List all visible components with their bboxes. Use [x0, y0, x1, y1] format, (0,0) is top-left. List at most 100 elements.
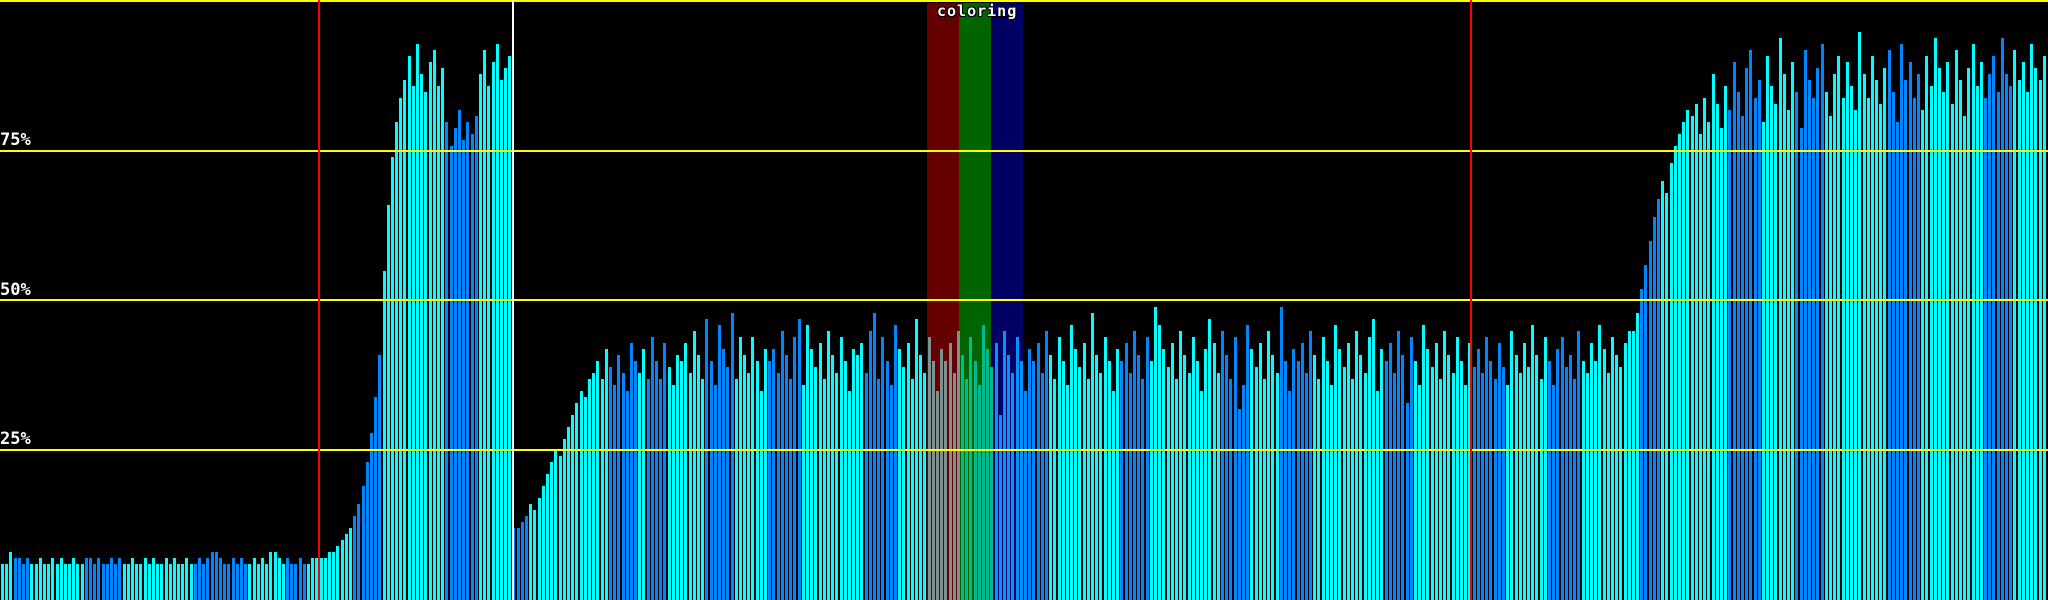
bar: [143, 558, 147, 600]
bar: [235, 564, 239, 600]
bar: [1, 564, 4, 600]
bar: [864, 373, 868, 600]
bar: [638, 373, 642, 600]
bar: [9, 552, 13, 600]
bar: [1489, 361, 1493, 600]
bar: [491, 62, 495, 600]
bar: [2000, 38, 2004, 600]
bar: [617, 355, 621, 600]
bar: [1950, 104, 1954, 600]
bar: [814, 367, 818, 600]
bar: [1221, 331, 1225, 600]
bar: [1510, 331, 1514, 600]
bar: [449, 146, 453, 600]
bar: [478, 74, 482, 600]
bar: [856, 355, 860, 600]
bar: [328, 552, 332, 600]
bar: [1053, 379, 1057, 600]
bar: [1162, 349, 1166, 600]
bar: [1673, 146, 1677, 600]
bar: [1543, 337, 1547, 600]
bar: [1271, 355, 1275, 600]
bar: [1816, 68, 1820, 600]
bar: [357, 504, 361, 600]
bar: [692, 331, 696, 600]
bar: [600, 379, 604, 600]
bar: [156, 564, 160, 600]
bar: [193, 564, 197, 600]
bar: [1795, 92, 1799, 600]
bar: [663, 343, 667, 600]
bar: [424, 92, 428, 600]
bar: [1627, 331, 1631, 600]
bar: [562, 439, 566, 600]
bar: [277, 558, 281, 600]
bar: [135, 564, 139, 600]
bar: [1032, 361, 1036, 600]
bar: [214, 552, 218, 600]
bar: [198, 558, 202, 600]
bar: [751, 337, 755, 600]
bar: [537, 498, 541, 600]
bar: [1300, 343, 1304, 600]
bar: [164, 558, 168, 600]
bar: [432, 50, 436, 600]
bar: [1761, 122, 1765, 600]
bar: [785, 355, 789, 600]
bar: [1585, 373, 1589, 600]
bar: [931, 361, 935, 600]
bar: [151, 558, 155, 600]
bar: [1283, 361, 1287, 600]
bar: [130, 558, 134, 600]
y-tick-25: 25%: [0, 429, 31, 449]
bar: [1908, 62, 1912, 600]
bar: [1187, 373, 1191, 600]
bar: [1849, 86, 1853, 600]
bar: [1690, 116, 1694, 600]
bar: [1317, 379, 1321, 600]
bar: [395, 122, 399, 600]
bar: [914, 319, 918, 600]
bar: [1388, 343, 1392, 600]
bar: [1619, 367, 1623, 600]
bar: [621, 373, 625, 600]
bar: [365, 462, 369, 600]
bar: [1929, 86, 1933, 600]
bar: [1506, 385, 1510, 600]
bar: [1367, 337, 1371, 600]
bar: [55, 564, 59, 600]
bar: [1212, 343, 1216, 600]
bar: [1292, 349, 1296, 600]
bar: [411, 86, 415, 600]
bar: [1426, 349, 1430, 600]
bar: [1921, 110, 1925, 600]
bar: [38, 558, 42, 600]
bar: [2034, 68, 2038, 600]
bar: [1141, 379, 1145, 600]
bar: [1854, 110, 1858, 600]
bar: [1485, 337, 1489, 600]
bar: [738, 337, 742, 600]
bar: [935, 391, 939, 600]
bar: [1707, 122, 1711, 600]
bar: [1418, 385, 1422, 600]
bar: [759, 391, 763, 600]
bar: [1254, 367, 1258, 600]
bar: [575, 403, 579, 600]
bar: [453, 128, 457, 600]
bar: [72, 558, 76, 600]
bar: [239, 558, 243, 600]
bar: [319, 558, 323, 600]
bar: [604, 349, 608, 600]
bar: [1711, 74, 1715, 600]
bar: [667, 367, 671, 600]
bar: [114, 564, 118, 600]
bar: [558, 456, 562, 600]
bar: [416, 44, 420, 600]
bar: [2009, 86, 2013, 600]
bar: [1397, 331, 1401, 600]
bar: [248, 564, 252, 600]
bar: [1279, 307, 1283, 600]
bar: [835, 373, 839, 600]
bar: [508, 56, 512, 600]
